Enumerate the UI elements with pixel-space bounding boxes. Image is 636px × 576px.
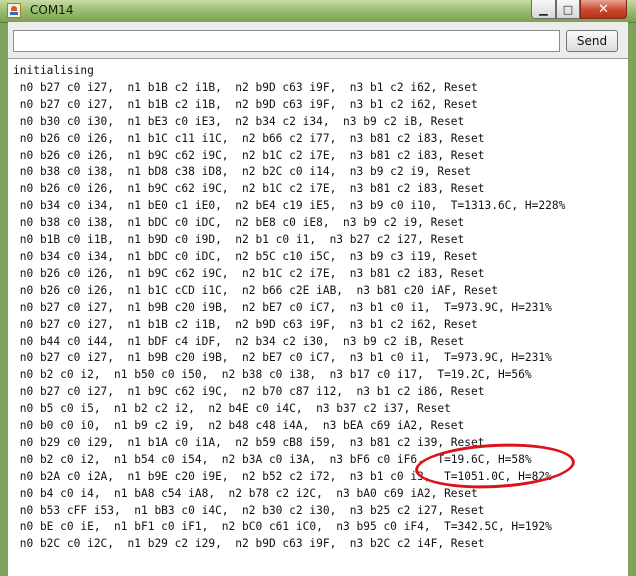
console-line: n0 b0 c0 i0, n1 b9 c2 i9, n2 b48 c48 i4A… (19, 419, 465, 433)
serial-output-text: initialising n0 b27 c0 i27, n1 b1B c2 i1… (8, 59, 628, 553)
send-button[interactable]: Send (566, 30, 618, 52)
console-line: n0 b29 c0 i29, n1 b1A c0 i1A, n2 b59 cB8… (19, 435, 485, 449)
console-line: n0 b1B c0 i1B, n1 b9D c0 i9D, n2 b1 c0 i… (19, 233, 465, 247)
window-title: COM14 (30, 3, 74, 17)
console-line: n0 b27 c0 i27, n1 b1B c2 i1B, n2 b9D c63… (19, 80, 478, 94)
console-line: n0 b27 c0 i27, n1 b1B c2 i1B, n2 b9D c63… (19, 317, 478, 331)
java-app-icon (7, 3, 21, 18)
console-line: n0 b5 c0 i5, n1 b2 c2 i2, n2 b4E c0 i4C,… (19, 402, 451, 416)
console-line: n0 b44 c0 i44, n1 bDF c4 iDF, n2 b34 c2 … (19, 334, 465, 348)
console-line: n0 b34 c0 i34, n1 bE0 c1 iE0, n2 bE4 c19… (19, 199, 566, 213)
console-status-line: initialising (13, 64, 94, 77)
console-line: n0 b27 c0 i27, n1 b9B c20 i9B, n2 bE7 c0… (19, 351, 552, 365)
serial-output-console[interactable]: initialising n0 b27 c0 i27, n1 b1B c2 i1… (8, 58, 628, 576)
console-line: n0 b2 c0 i2, n1 b54 c0 i54, n2 b3A c0 i3… (19, 452, 532, 466)
serial-input-field[interactable] (13, 30, 560, 52)
console-line: n0 b2C c0 i2C, n1 b29 c2 i29, n2 b9D c63… (19, 537, 485, 551)
title-bar[interactable]: COM14 ▁ □ ✕ (0, 0, 636, 23)
close-button[interactable]: ✕ (580, 0, 627, 19)
serial-monitor-panel: Send initialising n0 b27 c0 i27, n1 b1B … (8, 22, 628, 576)
console-line: n0 b53 cFF i53, n1 bB3 c0 i4C, n2 b30 c2… (19, 503, 485, 517)
minimize-button[interactable]: ▁ (531, 0, 556, 19)
console-line: n0 b4 c0 i4, n1 bA8 c54 iA8, n2 b78 c2 i… (19, 486, 478, 500)
console-line: n0 b38 c0 i38, n1 bDC c0 iDC, n2 bE8 c0 … (19, 216, 465, 230)
console-line: n0 b38 c0 i38, n1 bD8 c38 iD8, n2 b2C c0… (19, 165, 472, 179)
console-line: n0 b26 c0 i26, n1 b9C c62 i9C, n2 b1C c2… (19, 182, 485, 196)
console-line: n0 bE c0 iE, n1 bF1 c0 iF1, n2 bC0 c61 i… (19, 520, 552, 534)
console-line: n0 b26 c0 i26, n1 b9C c62 i9C, n2 b1C c2… (19, 266, 485, 280)
console-line: n0 b34 c0 i34, n1 bDC c0 iDC, n2 b5C c10… (19, 249, 478, 263)
console-line: n0 b26 c0 i26, n1 b1C cCD i1C, n2 b66 c2… (19, 283, 498, 297)
console-line: n0 b26 c0 i26, n1 b1C c11 i1C, n2 b66 c2… (19, 131, 485, 145)
console-line: n0 b26 c0 i26, n1 b9C c62 i9C, n2 b1C c2… (19, 148, 485, 162)
console-line: n0 b27 c0 i27, n1 b9C c62 i9C, n2 b70 c8… (19, 385, 485, 399)
console-line: n0 b30 c0 i30, n1 bE3 c0 iE3, n2 b34 c2 … (19, 114, 465, 128)
console-line: n0 b27 c0 i27, n1 b9B c20 i9B, n2 bE7 c0… (19, 300, 552, 314)
maximize-button[interactable]: □ (556, 0, 580, 19)
console-line: n0 b27 c0 i27, n1 b1B c2 i1B, n2 b9D c63… (19, 97, 478, 111)
console-line: n0 b2 c0 i2, n1 b50 c0 i50, n2 b38 c0 i3… (19, 368, 532, 382)
console-line: n0 b2A c0 i2A, n1 b9E c20 i9E, n2 b52 c2… (19, 469, 552, 483)
